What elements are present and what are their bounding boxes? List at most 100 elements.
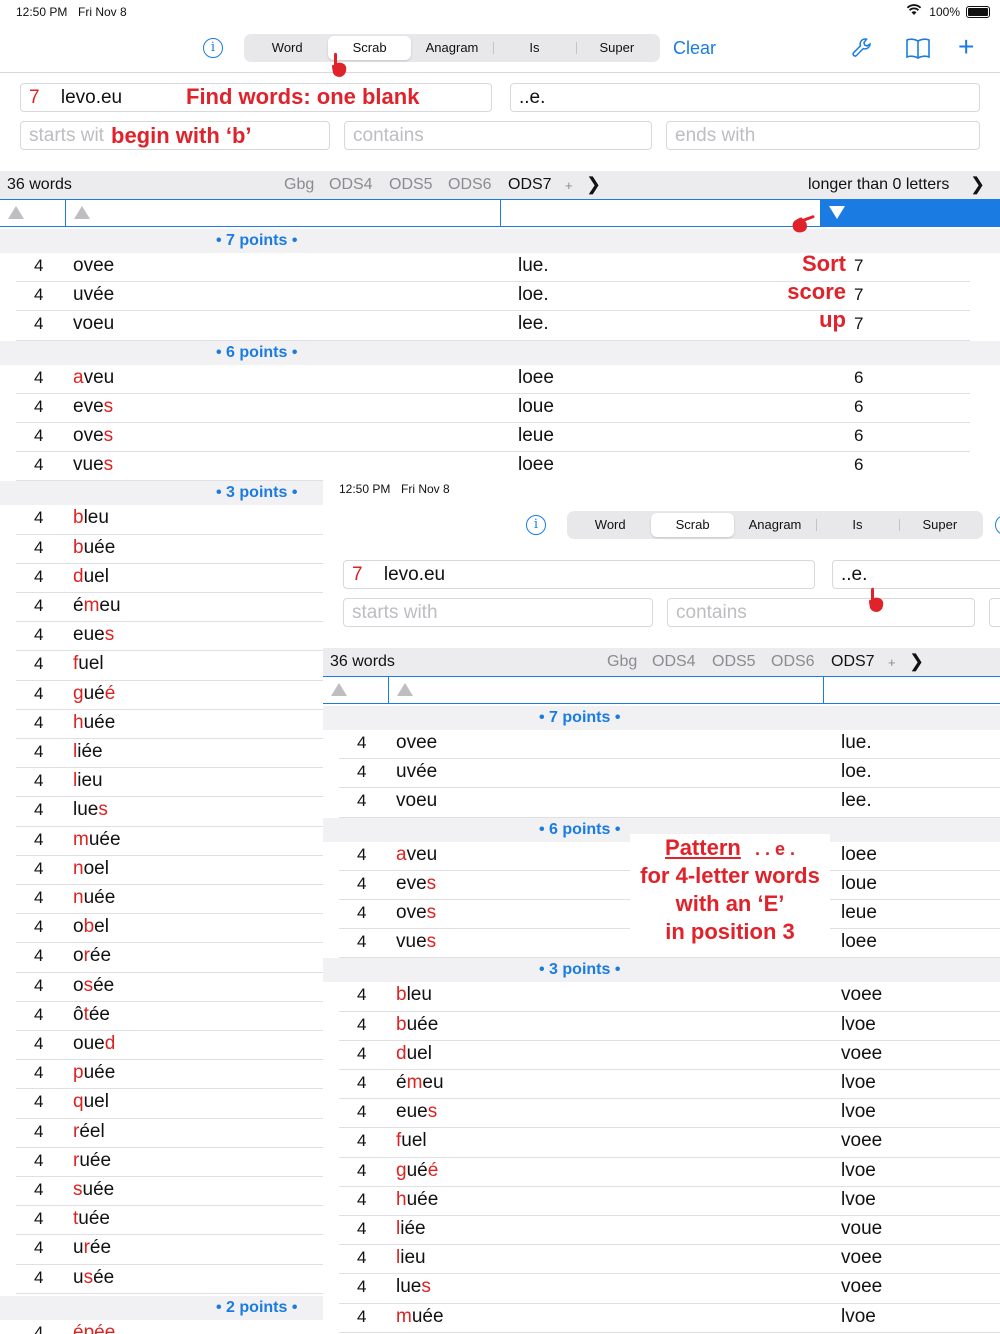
- table-row[interactable]: 4 bleu voee: [323, 982, 1000, 1012]
- table-row[interactable]: 4 duel voee: [323, 1041, 1000, 1070]
- wrench-icon[interactable]: [850, 36, 874, 66]
- table-row[interactable]: 4 ovee lue. 7: [0, 253, 1000, 283]
- lexicon-ods7[interactable]: ODS7: [831, 653, 875, 671]
- lexicon-ods6[interactable]: ODS6: [448, 176, 492, 194]
- pattern-field[interactable]: ..e.: [832, 560, 1000, 589]
- word-length: 4: [34, 1121, 44, 1141]
- sort-word[interactable]: [389, 677, 824, 703]
- lexicon-ods4[interactable]: ODS4: [329, 176, 373, 194]
- table-row[interactable]: 4 liée voue: [323, 1216, 1000, 1246]
- lexicon-ods5[interactable]: ODS5: [389, 176, 433, 194]
- word-letter: éel: [79, 1120, 105, 1142]
- word-length: 4: [357, 1160, 367, 1180]
- starts-with-placeholder: starts with: [352, 602, 438, 623]
- plus-icon[interactable]: +: [958, 33, 974, 61]
- word-pattern: loee: [518, 366, 554, 388]
- lexicon-plus[interactable]: +: [888, 655, 896, 670]
- word-pattern: loe.: [841, 761, 872, 783]
- sort-score[interactable]: [821, 200, 1000, 226]
- pointing-hand-icon: [868, 587, 884, 612]
- sort-down-icon: [829, 206, 845, 219]
- status-bar: 12:50 PM Fri Nov 8 100%: [0, 0, 1000, 24]
- table-row[interactable]: 4 eues lvoe: [323, 1099, 1000, 1129]
- word-text: osée: [73, 975, 114, 997]
- word-length: 4: [34, 712, 44, 732]
- table-row[interactable]: 4 oves leue 6: [0, 423, 1000, 453]
- tab-anagram[interactable]: Anagram: [734, 513, 816, 537]
- lexicon-gbg[interactable]: Gbg: [284, 176, 314, 194]
- sort-pattern[interactable]: [501, 200, 821, 226]
- ends-with-field[interactable]: [989, 598, 1000, 627]
- table-row[interactable]: 4 ovee lue.: [323, 730, 1000, 760]
- lexicon-gbg[interactable]: Gbg: [607, 653, 637, 671]
- sort-bar: [323, 676, 1000, 704]
- tab-is[interactable]: Is: [493, 36, 575, 60]
- length-filter-chevron-icon[interactable]: ❯: [970, 174, 985, 195]
- lexicon-ods7[interactable]: ODS7: [508, 176, 552, 194]
- table-row[interactable]: 4 aveu loee 6: [0, 365, 1000, 394]
- table-row[interactable]: 4 voeu lee.: [323, 788, 1000, 818]
- word-letter: uée: [83, 887, 116, 908]
- starts-with-field[interactable]: starts with: [343, 598, 653, 627]
- ends-with-placeholder: ends with: [675, 125, 756, 146]
- contains-field[interactable]: contains: [344, 121, 652, 150]
- word-blank-letter: b: [396, 984, 407, 1006]
- word-blank-letter: b: [73, 507, 84, 529]
- info-icon[interactable]: i: [203, 38, 223, 58]
- sort-bar: [0, 199, 1000, 227]
- sort-length[interactable]: [323, 677, 389, 703]
- table-row[interactable]: 4 lieu voee: [323, 1245, 1000, 1275]
- letters-value: levo.eu: [383, 564, 446, 585]
- word-text: émeu: [73, 595, 121, 617]
- contains-field[interactable]: contains: [667, 598, 975, 627]
- tab-super[interactable]: Super: [575, 36, 658, 60]
- annotation-pattern-label: Pattern: [665, 835, 741, 860]
- length-filter[interactable]: longer than 0 letters: [808, 176, 949, 194]
- table-row[interactable]: 4 uvée loe. 7: [0, 282, 1000, 312]
- table-row[interactable]: 4 eves loue 6: [0, 394, 1000, 423]
- mode-segmented-control: Word Scrab Anagram Is Super: [567, 511, 983, 539]
- letters-field[interactable]: 7 levo.eu: [343, 560, 815, 589]
- word-pattern: lvoe: [841, 1159, 876, 1181]
- sort-length[interactable]: [0, 200, 66, 226]
- lexicon-more-chevron-icon[interactable]: ❯: [909, 651, 924, 672]
- info-icon[interactable]: i: [526, 515, 546, 535]
- status-time: 12:50 PM: [339, 482, 391, 496]
- tab-is[interactable]: Is: [816, 513, 898, 537]
- lexicon-plus[interactable]: +: [565, 178, 573, 193]
- table-row[interactable]: 4 lues voee: [323, 1274, 1000, 1304]
- tab-super[interactable]: Super: [898, 513, 981, 537]
- table-row[interactable]: 4 fuel voee: [323, 1128, 1000, 1158]
- word-length: 4: [357, 1073, 367, 1092]
- word-letter: uel: [401, 1130, 427, 1152]
- word-length: 4: [34, 285, 44, 305]
- word-text: eues: [73, 624, 114, 646]
- word-blank-letter: é: [427, 1159, 439, 1181]
- word-length: 4: [357, 1277, 367, 1297]
- sort-word[interactable]: [66, 200, 501, 226]
- table-row[interactable]: 4 muée lvoe: [323, 1304, 1000, 1333]
- table-row[interactable]: 4 voeu lee. 7: [0, 311, 1000, 341]
- section-header: • 7 points •: [323, 706, 1000, 730]
- table-row[interactable]: 4 guéé lvoe: [323, 1158, 1000, 1187]
- lexicon-ods6[interactable]: ODS6: [771, 653, 815, 671]
- pattern-field[interactable]: ..e.: [510, 83, 980, 112]
- lexicon-ods4[interactable]: ODS4: [652, 653, 696, 671]
- ends-with-field[interactable]: ends with: [666, 121, 980, 150]
- table-row[interactable]: 4 uvée loe.: [323, 759, 1000, 789]
- clear-button[interactable]: Clear: [673, 38, 716, 59]
- starts-with-placeholder: starts wit: [29, 125, 104, 146]
- tab-anagram[interactable]: Anagram: [411, 36, 493, 60]
- tab-word[interactable]: Word: [246, 36, 328, 60]
- word-length: 4: [34, 858, 44, 878]
- word-blank-letter: s: [421, 1276, 431, 1298]
- word-letter: uée: [406, 1013, 439, 1035]
- table-row[interactable]: 4 buée lvoe: [323, 1012, 1000, 1041]
- tab-scrab[interactable]: Scrab: [651, 513, 734, 537]
- table-row[interactable]: 4 huée lvoe: [323, 1187, 1000, 1216]
- book-icon[interactable]: [905, 36, 931, 66]
- table-row[interactable]: 4 émeu lvoe: [323, 1070, 1000, 1100]
- tab-word[interactable]: Word: [569, 513, 651, 537]
- lexicon-more-chevron-icon[interactable]: ❯: [586, 174, 601, 195]
- lexicon-ods5[interactable]: ODS5: [712, 653, 756, 671]
